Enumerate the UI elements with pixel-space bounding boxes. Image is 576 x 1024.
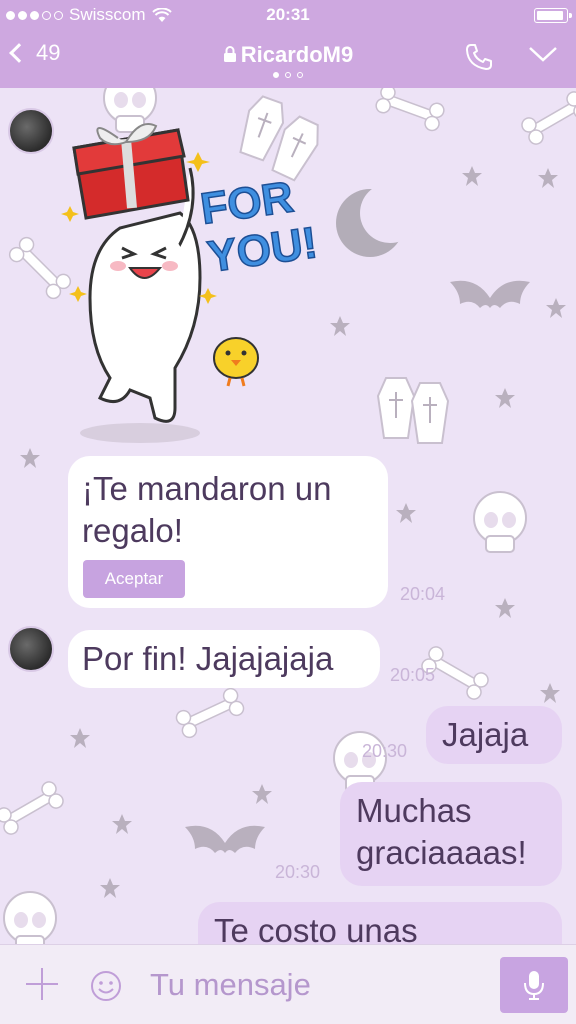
message-timestamp: 20:05: [390, 665, 436, 685]
message-input[interactable]: Tu mensaje: [150, 967, 311, 1003]
message-text: Por fin! Jajajajaja: [82, 640, 334, 677]
message-input-bar: Tu mensaje: [0, 944, 576, 1024]
page-dot: [285, 72, 291, 78]
clock: 20:31: [266, 5, 310, 24]
message-text: Muchas graciaaaas!: [356, 792, 527, 871]
header: Swisscom 20:31 49 RicardoM9: [0, 0, 576, 88]
gift-message-text: ¡Te mandaron un regalo!: [82, 470, 332, 549]
avatar[interactable]: [8, 626, 54, 672]
message-bubble-outgoing: Muchas graciaaaas!: [340, 782, 562, 886]
message-bubble: Por fin! Jajajajaja: [68, 630, 380, 688]
page-dot: [297, 72, 303, 78]
avatar[interactable]: [8, 108, 54, 154]
message-bubble-outgoing: Jajaja: [426, 706, 562, 764]
phone-icon[interactable]: [464, 42, 494, 72]
lock-icon: [223, 46, 236, 62]
message-timestamp: 20:04: [400, 584, 446, 604]
page-indicator: [0, 72, 576, 78]
microphone-icon: [524, 971, 544, 1000]
message-timestamp: 20:30: [275, 862, 321, 882]
microphone-button[interactable]: [500, 957, 568, 1013]
accept-gift-button[interactable]: Aceptar: [83, 560, 185, 598]
message-text: Jajaja: [442, 716, 529, 753]
battery-icon: [534, 8, 572, 23]
page-dot: [273, 72, 279, 78]
plus-icon[interactable]: [26, 968, 58, 1000]
gift-sticker: FOR YOU!: [61, 123, 320, 443]
status-bar: Swisscom 20:31: [0, 0, 576, 30]
chat-title-text: RicardoM9: [240, 42, 354, 67]
chevron-down-icon[interactable]: [528, 44, 558, 64]
smiley-icon[interactable]: [90, 970, 122, 1002]
message-bubble-gift: ¡Te mandaron un regalo! Aceptar: [68, 456, 388, 608]
nav-bar: 49 RicardoM9: [0, 30, 576, 88]
message-timestamp: 20:30: [362, 741, 408, 761]
